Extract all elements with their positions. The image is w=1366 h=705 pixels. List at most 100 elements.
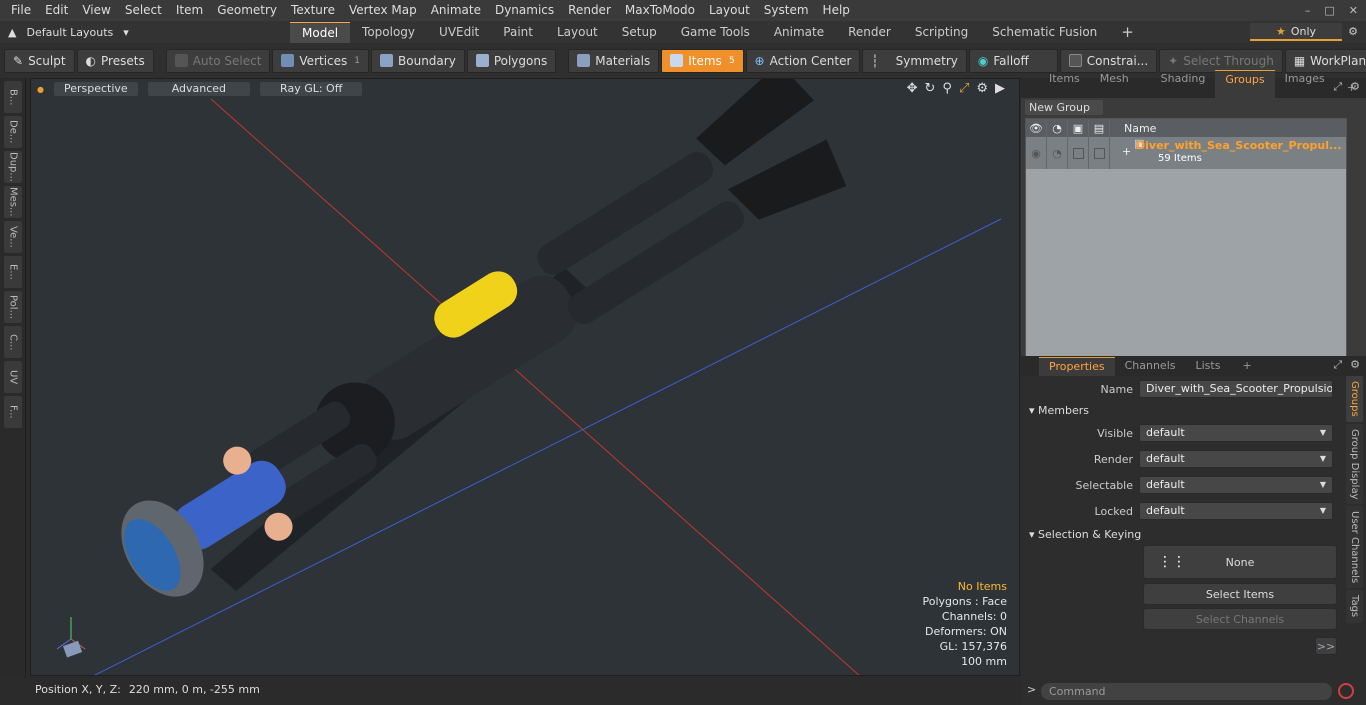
group-row[interactable]: ◉ ◔ + ▣ Diver_with_Sea_Scooter_Propul...… [1026, 137, 1346, 169]
selection-keying-section[interactable]: ▾ Selection & Keying [1029, 528, 1141, 541]
expand-arrow-icon[interactable]: ▶ [995, 81, 1005, 96]
settings-gear-icon[interactable]: ⚙ [976, 81, 988, 96]
left-tab-7[interactable]: C... [4, 326, 22, 358]
add-properties-tab-button[interactable]: + [1232, 357, 1261, 375]
layout-tab-paint[interactable]: Paint [491, 22, 545, 43]
only-toggle[interactable]: ★ Only [1250, 23, 1342, 41]
left-tab-4[interactable]: Ve... [4, 221, 22, 253]
up-arrow-icon[interactable]: ▲ [8, 26, 16, 39]
row-lock-box[interactable] [1068, 137, 1089, 169]
add-layout-tab-button[interactable]: + [1109, 22, 1146, 42]
rotate-view-icon[interactable]: ↻ [925, 81, 936, 96]
expand-panel-icon[interactable]: ⤢ [1333, 80, 1342, 94]
props-tab-lists[interactable]: Lists [1186, 357, 1231, 376]
new-group-button[interactable]: New Group [1025, 100, 1103, 115]
name-field[interactable]: Diver_with_Sea_Scooter_Propulsion_\ [1139, 380, 1333, 398]
props-gear-icon[interactable]: ⚙ [1350, 358, 1360, 372]
more-button[interactable]: >> [1315, 637, 1337, 655]
layout-tab-game-tools[interactable]: Game Tools [669, 22, 762, 43]
menu-render[interactable]: Render [561, 0, 618, 21]
menu-vertex-map[interactable]: Vertex Map [342, 0, 424, 21]
falloff-button[interactable]: ◉ Falloff [968, 48, 1058, 73]
layout-tab-animate[interactable]: Animate [762, 22, 836, 43]
side-tab-tags[interactable]: Tags [1346, 590, 1363, 623]
layout-tab-uvedit[interactable]: UVEdit [427, 22, 491, 43]
select-items-button[interactable]: Select Items [1143, 583, 1337, 605]
layouts-dropdown[interactable]: ▲ Default Layouts ▾ [0, 26, 290, 39]
menu-help[interactable]: Help [816, 0, 857, 21]
zoom-view-icon[interactable]: ⚲ [942, 81, 952, 96]
advanced-dropdown[interactable]: Advanced [147, 82, 251, 96]
menu-view[interactable]: View [75, 0, 117, 21]
layout-tab-scripting[interactable]: Scripting [903, 22, 980, 43]
record-icon[interactable] [1338, 683, 1354, 699]
select-icon[interactable]: ▤ [1089, 119, 1110, 137]
render-select[interactable]: default [1139, 450, 1333, 468]
layout-tab-setup[interactable]: Setup [610, 22, 669, 43]
props-tab-channels[interactable]: Channels [1115, 357, 1186, 376]
menu-item[interactable]: Item [169, 0, 210, 21]
left-tab-8[interactable]: UV [4, 361, 22, 393]
3d-viewport[interactable]: ● Perspective Advanced Ray GL: Off ✥ ↻ ⚲… [30, 78, 1020, 676]
menu-maxtomodo[interactable]: MaxToModo [618, 0, 702, 21]
action-center-button[interactable]: ⊕ Action Center [745, 48, 861, 73]
left-tab-1[interactable]: De... [4, 116, 22, 148]
visibility-eye-icon[interactable]: 👁 [1026, 119, 1047, 137]
locked-select[interactable]: default [1139, 502, 1333, 520]
ray-gl-dropdown[interactable]: Ray GL: Off [260, 82, 363, 96]
maximize-view-icon[interactable]: ⤢ [959, 81, 969, 96]
maximize-icon[interactable]: □ [1324, 4, 1334, 17]
sculpt-button[interactable]: ✎ Sculpt [4, 48, 75, 73]
left-tab-3[interactable]: Mes... [4, 186, 22, 218]
groups-list[interactable]: 👁 ◔ ▣ ▤ Name ◉ ◔ + ▣ Diver_with_Sea_Scoo… [1025, 118, 1347, 373]
side-tab-groups[interactable]: Groups [1346, 376, 1363, 422]
workplane-button[interactable]: ▦ WorkPlane [1284, 48, 1366, 73]
members-section[interactable]: ▾ Members [1029, 404, 1089, 417]
menu-icon[interactable]: ⚙ [1348, 25, 1358, 38]
left-tab-2[interactable]: Dup... [4, 151, 22, 183]
layout-tab-render[interactable]: Render [836, 22, 903, 43]
minimize-icon[interactable]: – [1305, 4, 1311, 17]
menu-system[interactable]: System [757, 0, 816, 21]
menu-geometry[interactable]: Geometry [210, 0, 284, 21]
selectable-select[interactable]: default [1139, 476, 1333, 494]
constraints-button[interactable]: Constrai... [1059, 48, 1158, 73]
row-render-icon[interactable]: ◔ [1047, 137, 1068, 169]
move-view-icon[interactable]: ✥ [907, 81, 918, 96]
menu-file[interactable]: File [4, 0, 38, 21]
panel-gear-icon[interactable]: ⚙ [1350, 80, 1360, 94]
left-tab-9[interactable]: F... [4, 396, 22, 428]
left-tab-0[interactable]: B... [4, 81, 22, 113]
menu-select[interactable]: Select [118, 0, 169, 21]
side-tab-user-channels[interactable]: User Channels [1346, 506, 1363, 589]
boundary-button[interactable]: Boundary [371, 48, 465, 73]
menu-edit[interactable]: Edit [38, 0, 75, 21]
menu-texture[interactable]: Texture [284, 0, 342, 21]
menu-animate[interactable]: Animate [424, 0, 488, 21]
expand-plus-icon[interactable]: + [1122, 145, 1131, 158]
command-input[interactable]: Command [1041, 682, 1332, 700]
perspective-dropdown[interactable]: Perspective [53, 82, 138, 96]
layout-tab-layout[interactable]: Layout [545, 22, 610, 43]
select-through-button[interactable]: ✦ Select Through [1159, 48, 1283, 73]
menu-layout[interactable]: Layout [702, 0, 757, 21]
layout-tab-model[interactable]: Model [290, 21, 351, 43]
close-icon[interactable]: ✕ [1349, 4, 1358, 17]
layout-tab-topology[interactable]: Topology [350, 22, 427, 43]
none-button[interactable]: ⋮⋮ None [1143, 545, 1337, 579]
items-button[interactable]: Items 5 [661, 48, 744, 73]
select-channels-button[interactable]: Select Channels [1143, 608, 1337, 630]
lock-icon[interactable]: ▣ [1068, 119, 1089, 137]
row-select-box[interactable] [1089, 137, 1110, 169]
materials-button[interactable]: Materials [568, 48, 660, 73]
vertices-button[interactable]: Vertices 1 [272, 48, 370, 73]
symmetry-button[interactable]: ┆ Symmetry [862, 48, 967, 73]
left-tab-5[interactable]: E... [4, 256, 22, 288]
presets-button[interactable]: ◐ Presets [76, 48, 154, 73]
expand-props-icon[interactable]: ⤢ [1333, 358, 1342, 372]
render-icon[interactable]: ◔ [1047, 119, 1068, 137]
visible-select[interactable]: default [1139, 424, 1333, 442]
layout-tab-schematic-fusion[interactable]: Schematic Fusion [980, 22, 1109, 43]
left-tab-6[interactable]: Pol... [4, 291, 22, 323]
row-eye-icon[interactable]: ◉ [1026, 137, 1047, 169]
